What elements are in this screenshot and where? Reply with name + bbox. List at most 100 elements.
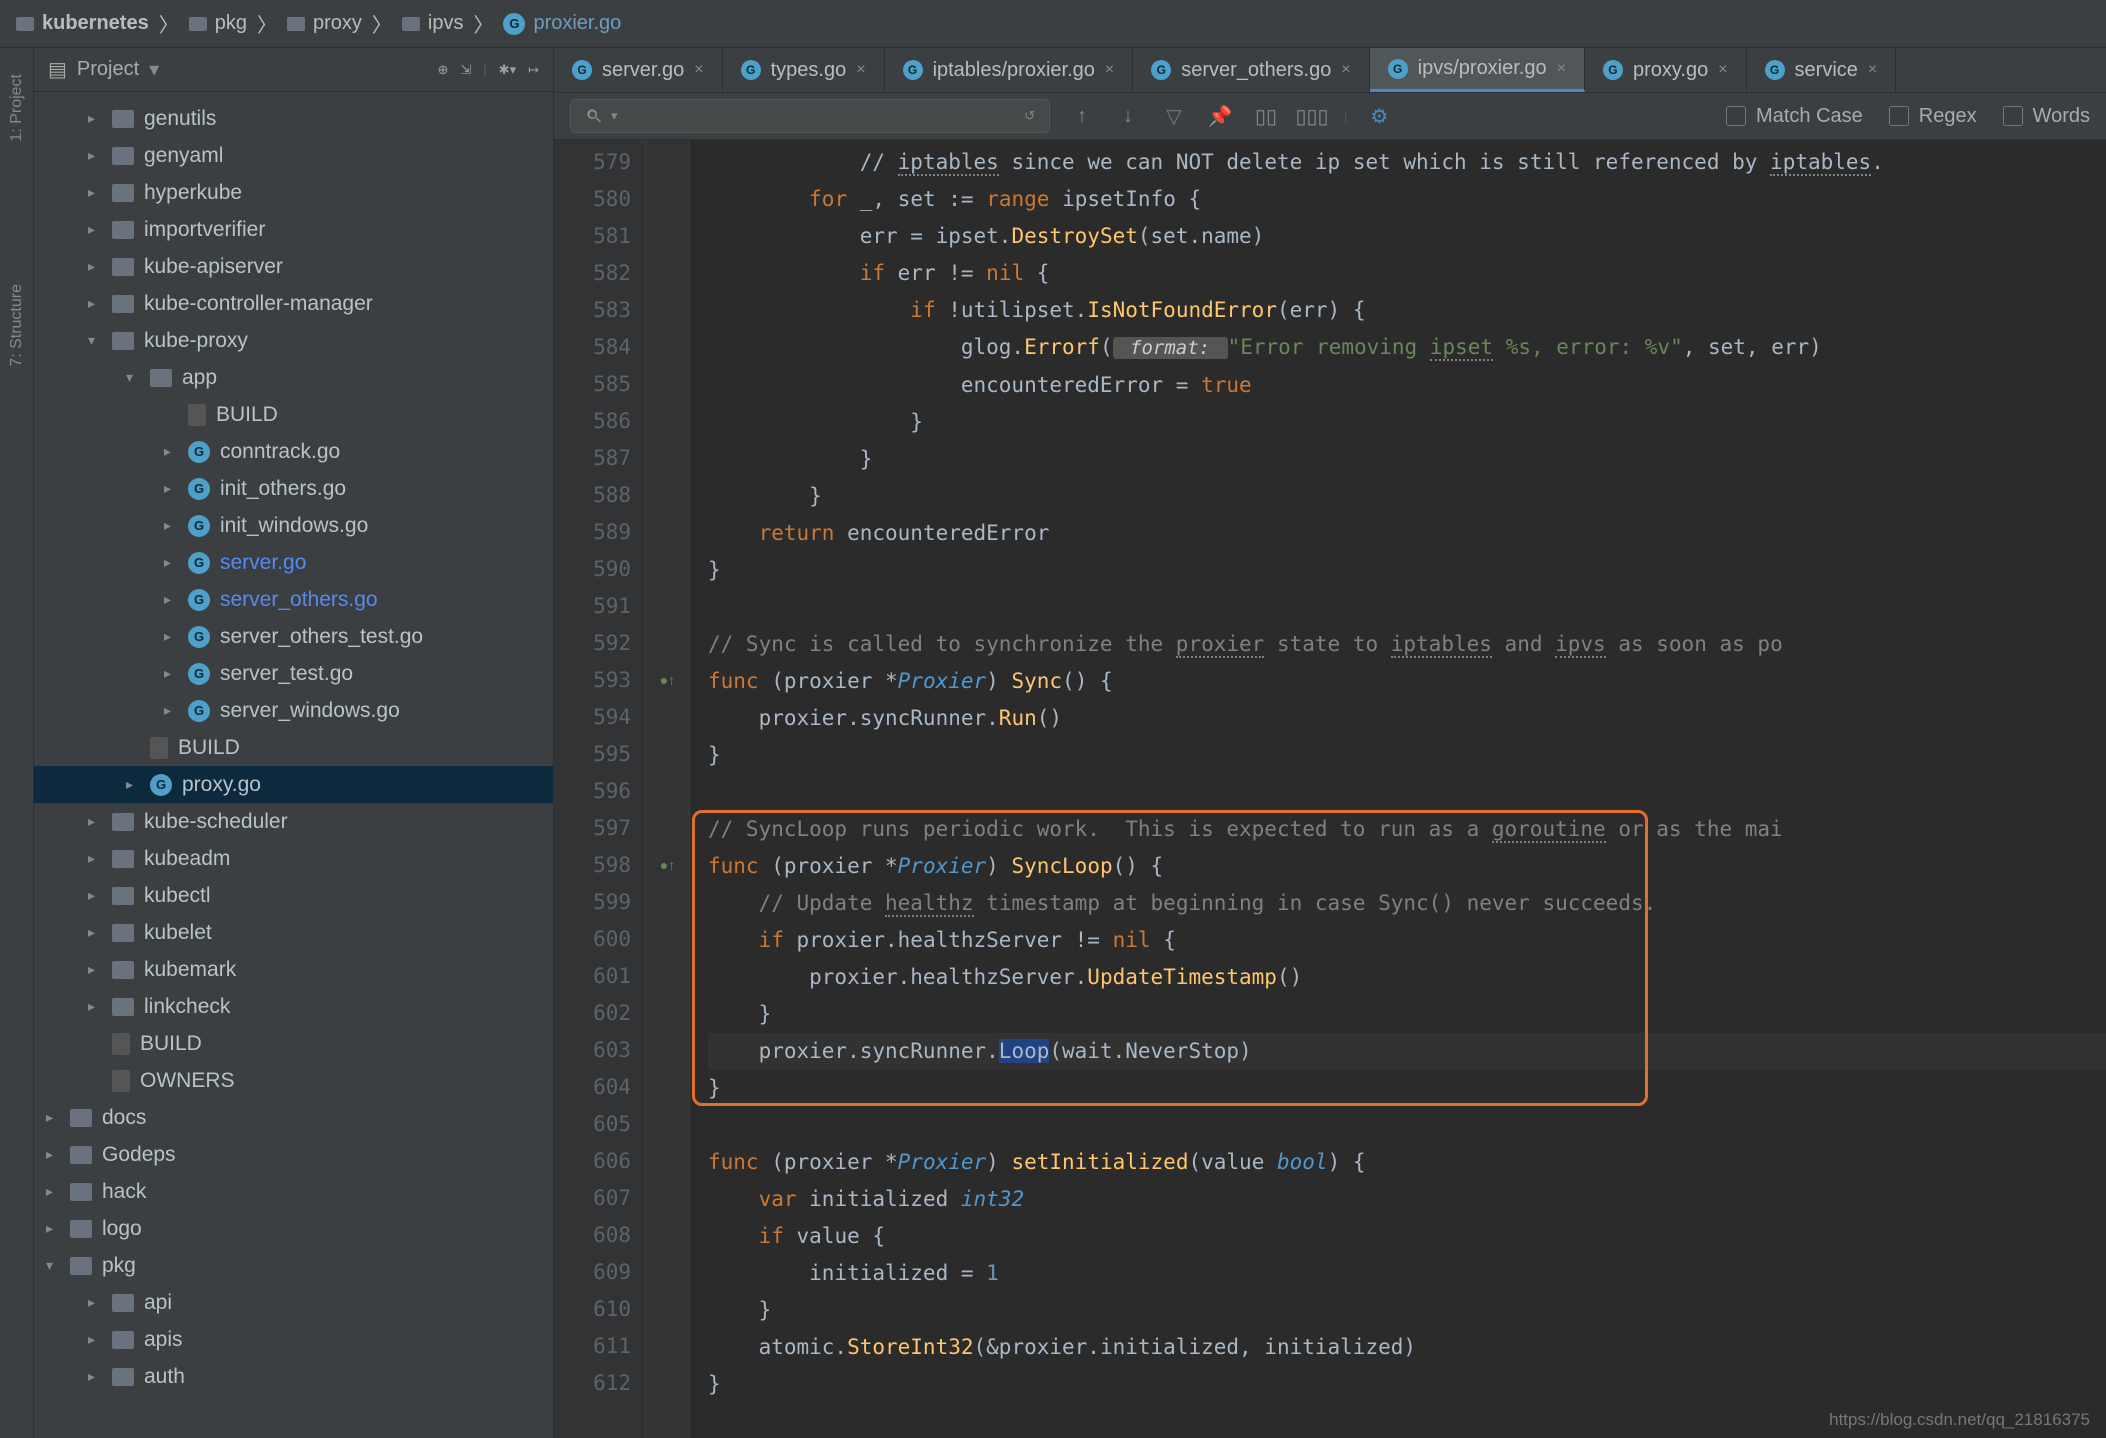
tool-tab-project[interactable]: 1: Project [6,68,28,148]
editor-tab[interactable]: Gtypes.go× [723,48,885,92]
code-line[interactable]: } [708,996,2106,1033]
words-checkbox[interactable]: Words [2003,105,2090,128]
crumb-1[interactable]: pkg [189,12,247,35]
editor-tab[interactable]: Gproxy.go× [1585,48,1747,92]
code-area[interactable]: 5795805815825835845855865875885895905915… [554,140,2106,1438]
project-tree[interactable]: ▸genutils▸genyaml▸hyperkube▸importverifi… [34,92,553,1438]
editor-tab[interactable]: Giptables/proxier.go× [885,48,1134,92]
crumb-2[interactable]: proxy [287,12,362,35]
code-line[interactable]: if value { [708,1218,2106,1255]
code-line[interactable]: atomic.StoreInt32(&proxier.initialized, … [708,1329,2106,1366]
tool-tab-structure[interactable]: 7: Structure [6,278,28,373]
code-line[interactable] [708,589,2106,626]
code-line[interactable]: initialized = 1 [708,1255,2106,1292]
tree-node[interactable]: ▸kubelet [34,914,553,951]
tree-node[interactable]: ▸kube-apiserver [34,248,553,285]
code-line[interactable] [708,1107,2106,1144]
close-icon[interactable]: × [1341,61,1350,79]
code-line[interactable]: if !utilipset.IsNotFoundError(err) { [708,292,2106,329]
tree-node[interactable]: ▸kubectl [34,877,553,914]
tree-node[interactable]: ▸docs [34,1099,553,1136]
code-line[interactable]: glog.Errorf( format: "Error removing ips… [708,329,2106,367]
sidebar-title[interactable]: ▤ Project ▾ [48,57,159,82]
tree-node[interactable]: ▸kube-scheduler [34,803,553,840]
match-case-checkbox[interactable]: Match Case [1726,105,1863,128]
tree-node[interactable]: ▸Gserver.go [34,544,553,581]
find-settings-icon[interactable]: ⚙ [1365,102,1393,130]
code-line[interactable]: var initialized int32 [708,1181,2106,1218]
close-icon[interactable]: × [1105,61,1114,79]
filter-icon[interactable]: ▽ [1160,102,1188,130]
tree-node[interactable]: ▸Ginit_windows.go [34,507,553,544]
next-match-icon[interactable]: ↓ [1114,102,1142,130]
tree-node[interactable]: ▸genutils [34,100,553,137]
code-line[interactable]: } [708,1366,2106,1403]
code-line[interactable]: func (proxier *Proxier) SyncLoop() { [708,848,2106,885]
tree-node[interactable]: ▸kubeadm [34,840,553,877]
code-line[interactable]: } [708,404,2106,441]
close-icon[interactable]: × [1557,60,1566,78]
tree-node[interactable]: ▸linkcheck [34,988,553,1025]
tree-node[interactable]: ▸kubemark [34,951,553,988]
tree-node[interactable]: ▾kube-proxy [34,322,553,359]
tree-node[interactable]: ▸hack [34,1173,553,1210]
tree-node[interactable]: ▾pkg [34,1247,553,1284]
regex-checkbox[interactable]: Regex [1889,105,1977,128]
tree-node[interactable]: ▸Gserver_others_test.go [34,618,553,655]
code-line[interactable]: func (proxier *Proxier) Sync() { [708,663,2106,700]
search-input[interactable]: ▾ ↺ [570,99,1050,133]
code-line[interactable]: // SyncLoop runs periodic work. This is … [708,811,2106,848]
code-line[interactable]: proxier.syncRunner.Loop(wait.NeverStop) [708,1033,2106,1070]
code-line[interactable] [708,774,2106,811]
code-line[interactable]: proxier.healthzServer.UpdateTimestamp() [708,959,2106,996]
tree-node[interactable]: ▸Ginit_others.go [34,470,553,507]
code-line[interactable]: encounteredError = true [708,367,2106,404]
crumb-4[interactable]: Gproxier.go [503,12,621,35]
code-line[interactable]: } [708,441,2106,478]
close-icon[interactable]: × [1868,61,1877,79]
tree-node[interactable]: ▸Gserver_others.go [34,581,553,618]
tree-node[interactable]: BUILD [34,1025,553,1062]
code-line[interactable]: if proxier.healthzServer != nil { [708,922,2106,959]
close-icon[interactable]: × [1718,61,1727,79]
tree-node[interactable]: ▾app [34,359,553,396]
code-line[interactable]: } [708,478,2106,515]
tree-node[interactable]: ▸Gconntrack.go [34,433,553,470]
close-icon[interactable]: × [856,61,865,79]
prev-match-icon[interactable]: ↑ [1068,102,1096,130]
code-line[interactable]: return encounteredError [708,515,2106,552]
code-line[interactable]: // Sync is called to synchronize the pro… [708,626,2106,663]
settings-icon[interactable]: ✱▾ [499,62,516,78]
code-line[interactable]: } [708,737,2106,774]
editor-tab[interactable]: Gserver.go× [554,48,723,92]
locate-icon[interactable]: ⊕ [437,62,448,78]
code-line[interactable]: for _, set := range ipsetInfo { [708,181,2106,218]
code-line[interactable]: // iptables since we can NOT delete ip s… [708,144,2106,181]
tree-node[interactable]: BUILD [34,396,553,433]
code-line[interactable]: err = ipset.DestroySet(set.name) [708,218,2106,255]
tree-node[interactable]: BUILD [34,729,553,766]
tree-node[interactable]: ▸Gserver_test.go [34,655,553,692]
clear-history-icon[interactable]: ↺ [1024,108,1035,124]
code-line[interactable]: } [708,1292,2106,1329]
tree-node[interactable]: ▸api [34,1284,553,1321]
hide-icon[interactable]: ↦ [528,62,539,78]
source-text[interactable]: // iptables since we can NOT delete ip s… [690,140,2106,1438]
tree-node[interactable]: ▸logo [34,1210,553,1247]
editor-tab[interactable]: Gipvs/proxier.go× [1370,48,1585,92]
tree-node[interactable]: ▸kube-controller-manager [34,285,553,322]
code-line[interactable]: proxier.syncRunner.Run() [708,700,2106,737]
tree-node[interactable]: ▸hyperkube [34,174,553,211]
editor-tab[interactable]: Gserver_others.go× [1133,48,1369,92]
tree-node[interactable]: ▸auth [34,1358,553,1395]
multiselect-icon[interactable]: ▯▯ [1252,102,1280,130]
crumb-3[interactable]: ipvs [402,12,464,35]
tree-node[interactable]: OWNERS [34,1062,553,1099]
code-line[interactable]: func (proxier *Proxier) setInitialized(v… [708,1144,2106,1181]
close-icon[interactable]: × [694,61,703,79]
tree-node[interactable]: ▸Gproxy.go [34,766,553,803]
select-all-icon[interactable]: ▯▯▯ [1298,102,1326,130]
collapse-icon[interactable]: ⇲ [460,62,471,78]
tree-node[interactable]: ▸Godeps [34,1136,553,1173]
crumb-0[interactable]: kubernetes [16,12,149,35]
